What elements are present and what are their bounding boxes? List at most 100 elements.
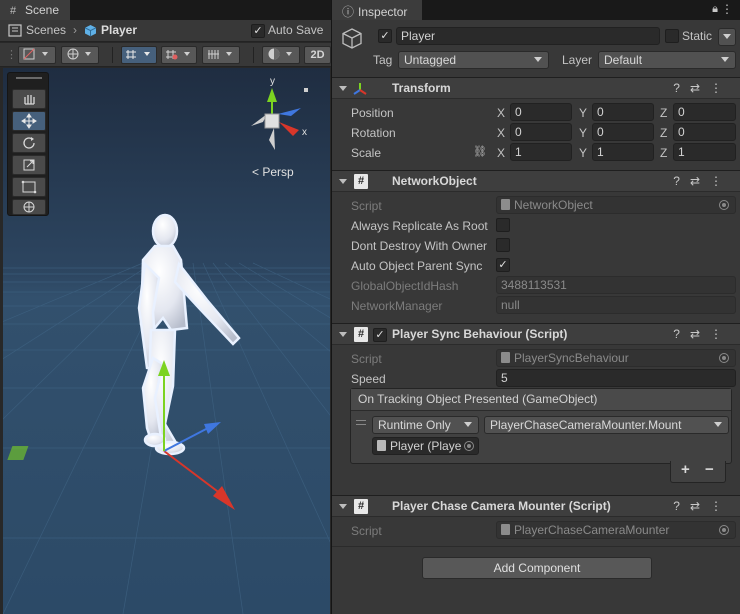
breadcrumb-player[interactable]: Player xyxy=(101,23,137,37)
help-icon[interactable]: ? xyxy=(673,174,690,188)
scene-visibility-button[interactable] xyxy=(61,46,99,64)
snap-settings-button[interactable] xyxy=(202,46,240,64)
speed-input[interactable]: 5 xyxy=(496,369,736,387)
fold-arrow-icon[interactable] xyxy=(339,179,347,184)
transform-header[interactable]: Transform ?⇄⋮ xyxy=(332,77,740,99)
add-component-button[interactable]: Add Component xyxy=(422,557,652,579)
object-name-input[interactable]: Player xyxy=(396,27,660,45)
lock-icon[interactable]: 🔒︎ xyxy=(712,3,718,16)
active-checkbox[interactable]: ✓ xyxy=(378,29,392,43)
chevron-down-icon xyxy=(534,57,542,62)
script-file-icon xyxy=(501,199,510,210)
runtime-mode-dropdown[interactable]: Runtime Only xyxy=(372,416,479,434)
preset-icon[interactable]: ⇄ xyxy=(690,499,710,513)
persp-label[interactable]: < Persp xyxy=(252,165,294,179)
shading-mode-button[interactable] xyxy=(262,46,300,64)
breadcrumb: Scenes › Player ✓ Auto Save xyxy=(0,20,331,42)
player-sync-enabled-checkbox[interactable]: ✓ xyxy=(373,328,387,342)
auto-parent-sync-label: Auto Object Parent Sync xyxy=(351,259,483,273)
component-header-icons: ?⇄⋮ xyxy=(673,81,732,95)
add-listener-button[interactable]: + xyxy=(681,461,690,478)
toolbar-divider xyxy=(253,47,254,63)
fold-arrow-icon[interactable] xyxy=(339,332,347,337)
toggle-2d-button[interactable]: 2D xyxy=(304,46,331,64)
tab-scene[interactable]: # Scene xyxy=(0,0,70,20)
hand-icon xyxy=(24,95,35,105)
toolbar-divider xyxy=(112,47,113,63)
player-sync-header[interactable]: # ✓ Player Sync Behaviour (Script) ?⇄⋮ xyxy=(332,323,740,345)
rotation-x-input[interactable]: 0 xyxy=(510,123,572,141)
dont-destroy-label: Dont Destroy With Owner xyxy=(351,239,488,253)
help-icon[interactable]: ? xyxy=(673,327,690,341)
network-object-title: NetworkObject xyxy=(392,174,477,188)
kebab-menu-icon[interactable]: ⋮ xyxy=(710,499,732,513)
chevron-down-icon xyxy=(721,57,729,62)
breadcrumb-scenes[interactable]: Scenes xyxy=(26,23,66,37)
transform-tool-button[interactable] xyxy=(12,199,46,215)
rotation-y-input[interactable]: 0 xyxy=(592,123,654,141)
function-dropdown[interactable]: PlayerChaseCameraMounter.Mount xyxy=(484,416,729,434)
position-y-input[interactable]: 0 xyxy=(592,103,654,121)
network-object-header[interactable]: # NetworkObject ?⇄⋮ xyxy=(332,170,740,192)
panel-splitter[interactable] xyxy=(331,0,332,614)
no-script-label: Script xyxy=(351,199,382,213)
chase-camera-header[interactable]: # Player Chase Camera Mounter (Script) ?… xyxy=(332,495,740,517)
fold-arrow-icon[interactable] xyxy=(339,504,347,509)
auto-parent-sync-checkbox[interactable]: ✓ xyxy=(496,258,510,272)
fold-arrow-icon[interactable] xyxy=(339,86,347,91)
auto-save-checkbox[interactable]: ✓ xyxy=(251,24,265,38)
draw-mode-button[interactable] xyxy=(18,46,56,64)
preset-icon[interactable]: ⇄ xyxy=(690,174,710,188)
panel-menu-icon[interactable]: ⋮ xyxy=(721,2,733,16)
kebab-menu-icon[interactable]: ⋮ xyxy=(710,327,732,341)
layer-dropdown[interactable]: Default xyxy=(598,51,736,69)
chase-camera-script-label: Script xyxy=(351,524,382,538)
drag-handle-icon[interactable] xyxy=(356,420,366,425)
rect-tool-button[interactable] xyxy=(12,177,46,197)
help-icon[interactable]: ? xyxy=(673,499,690,513)
speed-label: Speed xyxy=(351,372,386,386)
component-header-icons: ?⇄⋮ xyxy=(673,499,732,513)
object-picker-icon[interactable] xyxy=(464,441,474,451)
static-checkbox[interactable] xyxy=(665,29,679,43)
always-replicate-checkbox[interactable] xyxy=(496,218,510,232)
scale-y-input[interactable]: 1 xyxy=(592,143,654,161)
scale-z-input[interactable]: 1 xyxy=(673,143,736,161)
chevron-down-icon xyxy=(714,422,722,427)
kebab-menu-icon[interactable]: ⋮ xyxy=(710,81,732,95)
scale-tool-button[interactable] xyxy=(12,155,46,175)
object-picker-icon xyxy=(719,525,729,535)
palette-grip-icon[interactable] xyxy=(16,77,42,79)
grid-snapping-button[interactable] xyxy=(121,46,157,64)
script-file-icon xyxy=(501,352,510,363)
no-script-field: NetworkObject xyxy=(496,196,736,214)
remove-listener-button[interactable]: − xyxy=(705,461,714,478)
object-picker-icon xyxy=(719,353,729,363)
position-x-input[interactable]: 0 xyxy=(510,103,572,121)
event-title: On Tracking Object Presented (GameObject… xyxy=(351,389,731,411)
move-tool-button[interactable] xyxy=(12,111,46,131)
scene-viewport[interactable]: y x < Persp xyxy=(3,68,330,614)
preset-icon[interactable]: ⇄ xyxy=(690,81,710,95)
tag-dropdown[interactable]: Untagged xyxy=(398,51,549,69)
kebab-menu-icon[interactable]: ⋮ xyxy=(710,174,732,188)
hand-tool-button[interactable] xyxy=(12,89,46,109)
help-icon[interactable]: ? xyxy=(673,81,690,95)
dont-destroy-checkbox[interactable] xyxy=(496,238,510,252)
scale-x-input[interactable]: 1 xyxy=(510,143,572,161)
move-icon xyxy=(21,113,37,129)
position-z-input[interactable]: 0 xyxy=(673,103,736,121)
static-dropdown[interactable] xyxy=(718,28,736,46)
constrain-proportions-icon[interactable]: ⛓︎ xyxy=(473,145,487,158)
player-sync-script-label: Script xyxy=(351,352,382,366)
target-object-field[interactable]: Player (Playe xyxy=(372,437,479,455)
increment-snap-button[interactable] xyxy=(161,46,197,64)
scene-toolbar: ⋮ 2D xyxy=(0,43,331,67)
tab-inspector[interactable]: ⓘ Inspector xyxy=(332,0,422,20)
axis-z-label: Z xyxy=(660,106,668,120)
rotation-z-input[interactable]: 0 xyxy=(673,123,736,141)
preset-icon[interactable]: ⇄ xyxy=(690,327,710,341)
axis-z-label: Z xyxy=(660,146,668,160)
chase-camera-title: Player Chase Camera Mounter (Script) xyxy=(392,499,611,513)
rotate-tool-button[interactable] xyxy=(12,133,46,153)
